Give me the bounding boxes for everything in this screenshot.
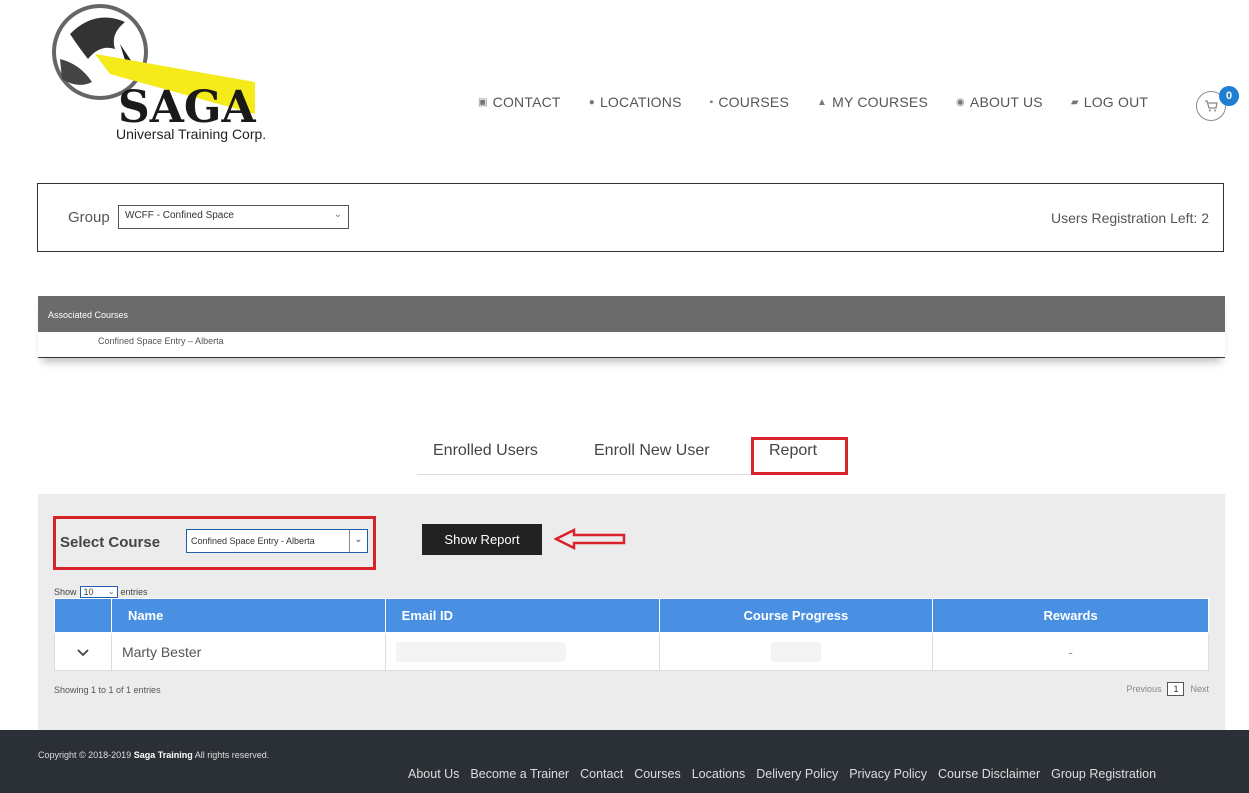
pagination-page[interactable]: 1 xyxy=(1167,682,1185,696)
footer-links: About Us Become a Trainer Contact Course… xyxy=(408,767,1167,781)
entries-select[interactable]: 10 ⌄ xyxy=(79,586,118,598)
table-header-row: Name Email ID Course Progress Rewards xyxy=(54,598,1209,633)
associated-courses-header: Associated Courses xyxy=(38,296,1225,332)
redacted-email xyxy=(395,641,566,662)
footer-link-courses[interactable]: Courses xyxy=(634,767,681,781)
nav-locations[interactable]: ● LOCATIONS xyxy=(589,94,682,110)
footer-link-contact[interactable]: Contact xyxy=(580,767,623,781)
footer-link-privacy-policy[interactable]: Privacy Policy xyxy=(849,767,927,781)
select-course-label: Select Course xyxy=(60,534,161,551)
nav-about-us[interactable]: ◉ ABOUT US xyxy=(956,94,1043,110)
nav-my-courses[interactable]: ▲ MY COURSES xyxy=(817,94,928,110)
group-select[interactable]: WCFF - Confined Space ⌄ xyxy=(118,205,349,229)
chevron-down-icon: ⌄ xyxy=(349,530,367,552)
tab-report[interactable]: Report xyxy=(769,442,817,460)
pagination-previous[interactable]: Previous xyxy=(1126,684,1161,694)
footer-link-about-us[interactable]: About Us xyxy=(408,767,459,781)
location-pin-icon: ● xyxy=(588,96,595,108)
logout-icon: ▰ xyxy=(1070,96,1079,108)
expand-row-button[interactable] xyxy=(54,632,112,671)
chevron-down-icon xyxy=(77,648,89,656)
table-info: Showing 1 to 1 of 1 entries xyxy=(54,685,161,695)
cell-email xyxy=(384,632,660,671)
footer: Copyright © 2018-2019 Saga Training All … xyxy=(0,730,1249,793)
column-header-name[interactable]: Name xyxy=(110,598,386,633)
courses-book-icon: ▪ xyxy=(709,96,714,108)
cart-icon xyxy=(1205,100,1218,112)
footer-link-delivery-policy[interactable]: Delivery Policy xyxy=(756,767,838,781)
select-course-highlight: Select Course Confined Space Entry - Alb… xyxy=(53,516,376,570)
expand-column-header xyxy=(54,598,112,633)
column-header-rewards[interactable]: Rewards xyxy=(932,598,1209,633)
column-header-progress[interactable]: Course Progress xyxy=(658,598,934,633)
my-courses-icon: ▲ xyxy=(817,96,828,108)
chevron-down-icon: ⌄ xyxy=(107,587,115,596)
arrow-left-icon xyxy=(554,528,626,550)
chevron-down-icon: ⌄ xyxy=(333,209,342,220)
column-header-email[interactable]: Email ID xyxy=(384,598,660,633)
info-icon: ◉ xyxy=(955,96,965,108)
pagination-next[interactable]: Next xyxy=(1190,684,1209,694)
nav-contact[interactable]: ▣ CONTACT xyxy=(478,94,561,110)
pagination: Previous 1 Next xyxy=(1126,682,1209,696)
cell-progress xyxy=(658,632,934,671)
redacted-progress xyxy=(770,641,821,662)
footer-link-become-trainer[interactable]: Become a Trainer xyxy=(470,767,569,781)
group-panel: Group WCFF - Confined Space ⌄ Users Regi… xyxy=(37,183,1224,252)
nav-courses[interactable]: ▪ COURSES xyxy=(710,94,789,110)
report-table: Name Email ID Course Progress Rewards Ma… xyxy=(54,598,1209,671)
tab-report-highlight[interactable]: Report xyxy=(751,437,848,475)
footer-link-group-registration[interactable]: Group Registration xyxy=(1051,767,1156,781)
associated-course-item: Confined Space Entry – Alberta xyxy=(38,332,1225,358)
associated-courses-panel: Associated Courses Confined Space Entry … xyxy=(38,296,1225,358)
cart-count-badge: 0 xyxy=(1219,86,1239,106)
main-nav: ▣ CONTACT ● LOCATIONS ▪ COURSES ▲ MY COURSES… xyxy=(478,94,1176,110)
logo-subtitle: Universal Training Corp. xyxy=(116,126,267,142)
course-select[interactable]: Confined Space Entry - Alberta ⌄ xyxy=(186,529,368,553)
copyright: Copyright © 2018-2019 Saga Training All … xyxy=(38,750,270,760)
table-row: Marty Bester - xyxy=(54,632,1209,671)
footer-link-locations[interactable]: Locations xyxy=(692,767,746,781)
tabs: Enrolled Users Enroll New User Report xyxy=(417,437,848,475)
show-report-button[interactable]: Show Report xyxy=(422,524,542,555)
tab-enroll-new-user[interactable]: Enroll New User xyxy=(594,442,710,460)
contact-icon: ▣ xyxy=(478,96,488,108)
group-label: Group xyxy=(68,209,110,226)
cell-name: Marty Bester xyxy=(110,632,386,671)
footer-link-course-disclaimer[interactable]: Course Disclaimer xyxy=(938,767,1040,781)
footer-brand[interactable]: Saga Training xyxy=(134,750,193,760)
show-entries-control: Show 10 ⌄ entries xyxy=(54,586,148,598)
report-panel: Select Course Confined Space Entry - Alb… xyxy=(38,494,1225,730)
nav-log-out[interactable]: ▰ LOG OUT xyxy=(1071,94,1148,110)
cell-rewards: - xyxy=(932,632,1209,671)
tab-enrolled-users[interactable]: Enrolled Users xyxy=(433,442,538,460)
users-registration-left: Users Registration Left: 2 xyxy=(1051,210,1209,226)
